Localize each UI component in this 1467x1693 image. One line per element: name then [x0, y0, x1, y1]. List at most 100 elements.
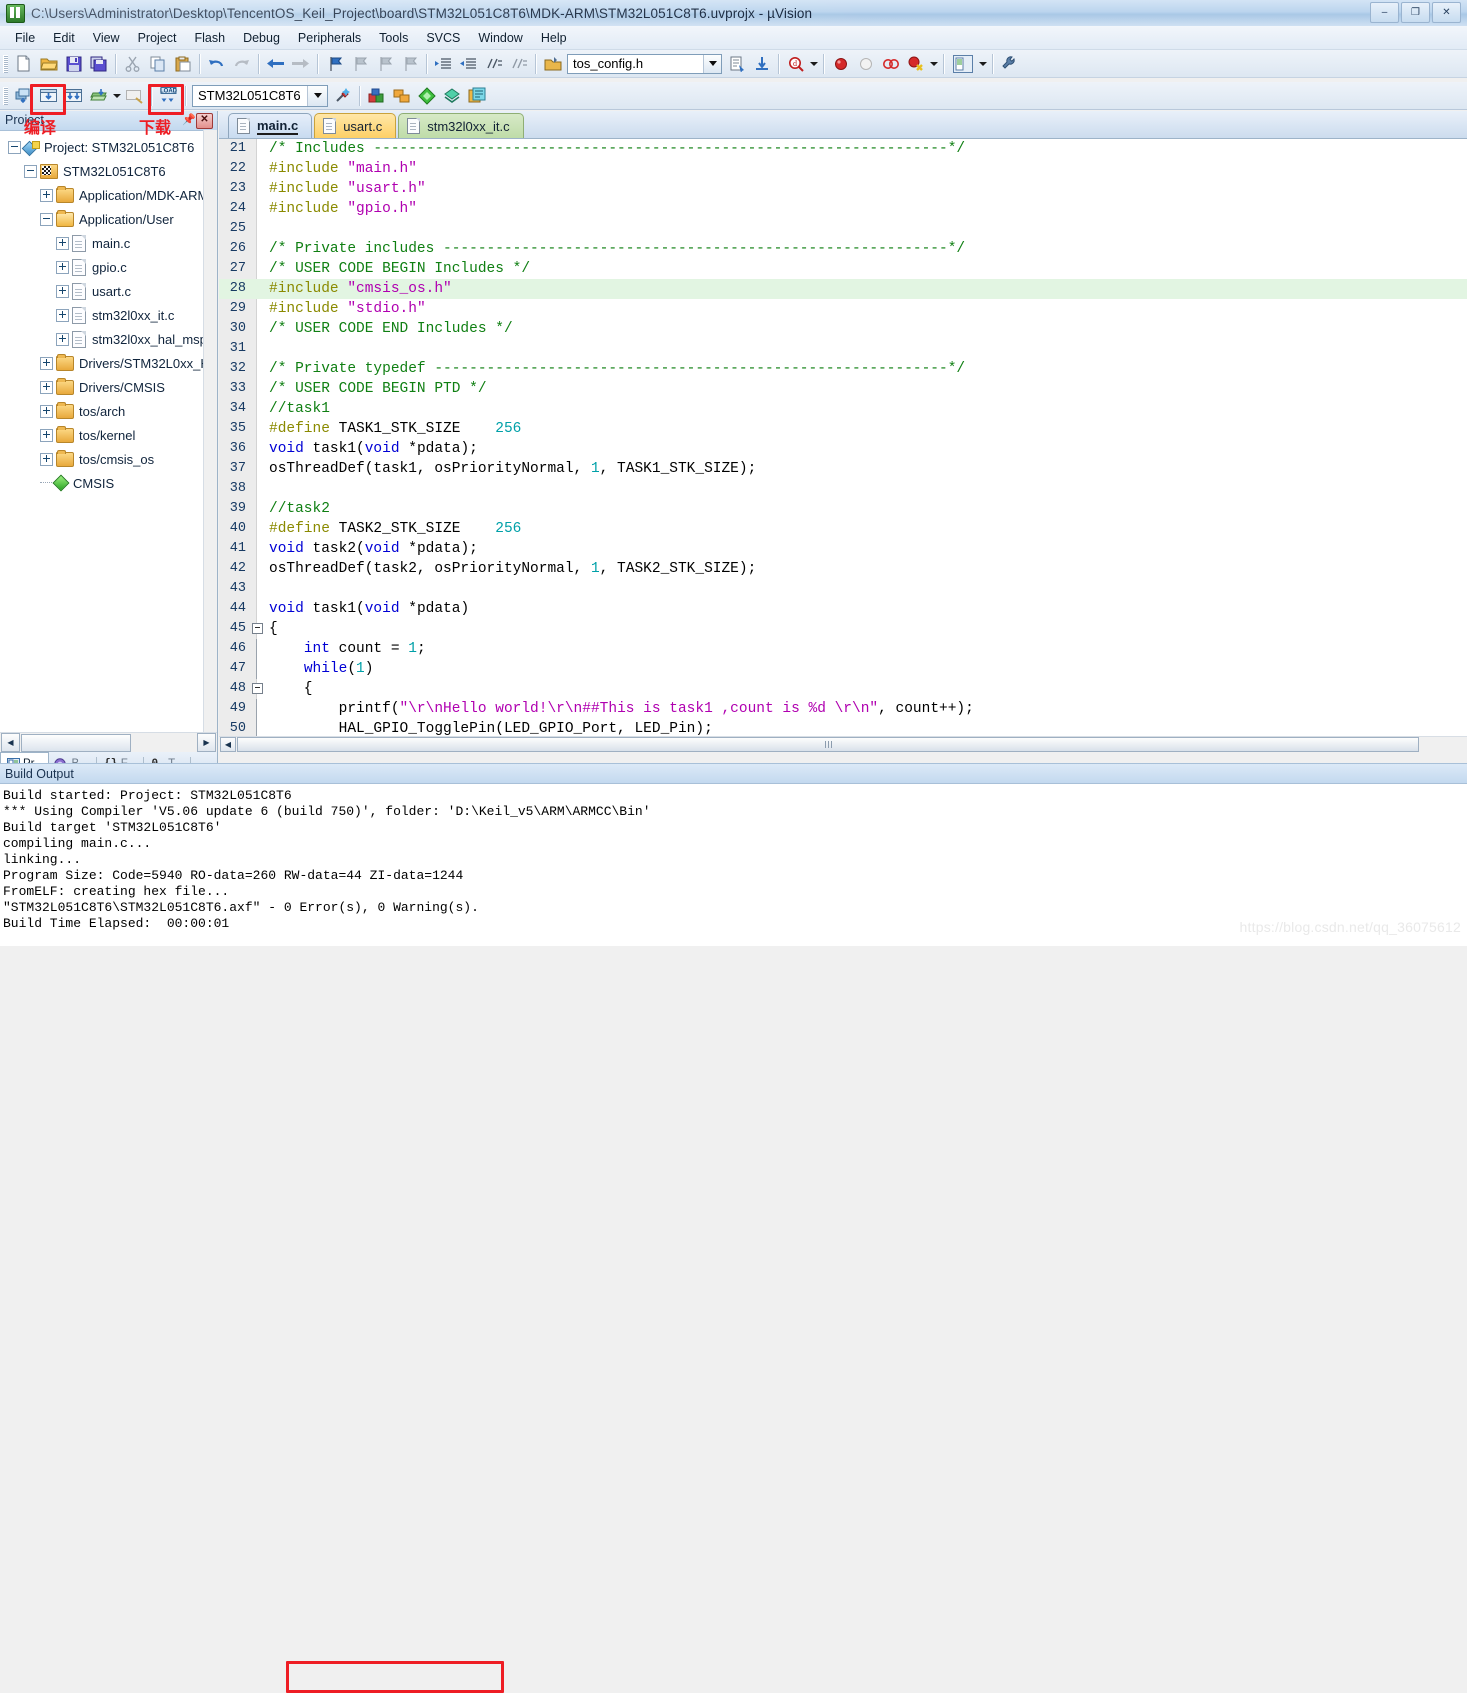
menu-project[interactable]: Project	[129, 28, 186, 48]
menu-help[interactable]: Help	[532, 28, 576, 48]
pack-installer-icon[interactable]	[415, 84, 438, 107]
multi-project-icon[interactable]	[440, 84, 463, 107]
tree-node-application-mdk-arm[interactable]: Application/MDK-ARM	[0, 183, 204, 207]
expand-icon[interactable]	[40, 380, 53, 394]
build-icon[interactable]	[37, 84, 60, 107]
breakpoint-disable-icon[interactable]	[854, 52, 877, 75]
target-options-icon[interactable]	[331, 84, 354, 107]
target-select[interactable]: STM32L051C8T6	[192, 84, 328, 107]
bookmark-toggle-icon[interactable]	[323, 52, 346, 75]
code-view[interactable]: 21 /* Includes --------------------------…	[219, 139, 1467, 752]
insert-icon[interactable]	[750, 52, 773, 75]
project-tree-vertical-scrollbar[interactable]	[203, 130, 217, 733]
rebuild-icon[interactable]	[62, 84, 85, 107]
editor-tab-main-c[interactable]: main.c	[228, 113, 313, 138]
chevron-down-icon[interactable]	[307, 85, 327, 106]
batch-build-dropdown-icon[interactable]	[111, 84, 122, 107]
window-manager-dropdown-icon[interactable]	[977, 52, 988, 75]
breakpoint-clear-icon[interactable]	[879, 52, 902, 75]
paste-icon[interactable]	[171, 52, 194, 75]
collapse-icon[interactable]	[40, 212, 53, 226]
close-button[interactable]: ✕	[1432, 2, 1461, 23]
expand-icon[interactable]	[56, 308, 69, 322]
translate-icon[interactable]	[12, 84, 35, 107]
navigate-back-icon[interactable]	[264, 52, 287, 75]
maximize-button[interactable]: ❐	[1401, 2, 1430, 23]
tree-node-cmsis[interactable]: CMSIS	[0, 471, 204, 495]
menu-edit[interactable]: Edit	[44, 28, 84, 48]
pin-icon[interactable]: 📌	[182, 113, 196, 127]
tree-node-usart-c[interactable]: usart.c	[0, 279, 204, 303]
navigate-forward-icon[interactable]	[289, 52, 312, 75]
new-file-icon[interactable]	[12, 52, 35, 75]
expand-icon[interactable]	[40, 188, 53, 202]
tree-node-stm32l0xx-it-c[interactable]: stm32l0xx_it.c	[0, 303, 204, 327]
tree-node-tos-kernel[interactable]: tos/kernel	[0, 423, 204, 447]
undo-icon[interactable]	[205, 52, 228, 75]
expand-icon[interactable]	[56, 236, 69, 250]
redo-icon[interactable]	[230, 52, 253, 75]
expand-icon[interactable]	[56, 332, 69, 346]
menu-debug[interactable]: Debug	[234, 28, 289, 48]
cut-icon[interactable]	[121, 52, 144, 75]
outdent-icon[interactable]	[457, 52, 480, 75]
editor-horizontal-scrollbar[interactable]: ◀	[219, 736, 1467, 752]
menu-svcs[interactable]: SVCS	[417, 28, 469, 48]
expand-icon[interactable]	[56, 260, 69, 274]
tree-node-application-user[interactable]: Application/User	[0, 207, 204, 231]
manage-run-time-icon[interactable]	[390, 84, 413, 107]
editor-tab-stm32l0xx-it-c[interactable]: stm32l0xx_it.c	[398, 113, 524, 138]
menu-peripherals[interactable]: Peripherals	[289, 28, 370, 48]
collapse-icon[interactable]	[8, 140, 21, 154]
tree-node-stm32l0xx-hal-msp-c[interactable]: stm32l0xx_hal_msp.c	[0, 327, 204, 351]
manage-project-items-icon[interactable]	[365, 84, 388, 107]
debug-search-icon[interactable]: d	[784, 52, 807, 75]
horizontal-scroll-thumb[interactable]	[237, 737, 1419, 752]
close-icon[interactable]: ✕	[196, 113, 213, 129]
menu-file[interactable]: File	[6, 28, 44, 48]
fold-collapse-icon[interactable]	[252, 623, 263, 634]
menu-view[interactable]: View	[84, 28, 129, 48]
editor-tab-usart-c[interactable]: usart.c	[314, 113, 397, 138]
stop-build-icon[interactable]	[123, 84, 146, 107]
chevron-down-icon[interactable]	[703, 54, 721, 73]
tree-node-gpio-c[interactable]: gpio.c	[0, 255, 204, 279]
configure-icon[interactable]	[998, 52, 1021, 75]
bookmark-clear-icon[interactable]	[398, 52, 421, 75]
breakpoint-disable-all-icon[interactable]	[904, 52, 927, 75]
config-file-combo[interactable]: tos_config.h	[567, 53, 722, 74]
expand-icon[interactable]	[56, 284, 69, 298]
expand-icon[interactable]	[40, 404, 53, 418]
menu-flash[interactable]: Flash	[185, 28, 234, 48]
project-tree-horizontal-scrollbar[interactable]: ◀ ▶	[0, 732, 217, 752]
project-overview-icon[interactable]	[465, 84, 488, 107]
menu-tools[interactable]: Tools	[370, 28, 417, 48]
breakpoint-icon[interactable]	[829, 52, 852, 75]
indent-icon[interactable]	[432, 52, 455, 75]
tree-node-stm32l051c8t6[interactable]: STM32L051C8T6	[0, 159, 204, 183]
tree-node-tos-arch[interactable]: tos/arch	[0, 399, 204, 423]
collapse-icon[interactable]	[24, 164, 37, 178]
expand-icon[interactable]	[40, 452, 53, 466]
toolbar-grip[interactable]	[3, 54, 8, 73]
tree-node-main-c[interactable]: main.c	[0, 231, 204, 255]
expand-icon[interactable]	[40, 428, 53, 442]
bookmark-next-icon[interactable]	[373, 52, 396, 75]
minimize-button[interactable]: –	[1370, 2, 1399, 23]
tree-node-drivers-stm32l0xx-hal-driver[interactable]: Drivers/STM32L0xx_HAL_Driver	[0, 351, 204, 375]
tree-node-project-stm32l051c8t6[interactable]: Project: STM32L051C8T6	[0, 135, 204, 159]
scroll-left-icon[interactable]: ◀	[1, 733, 20, 752]
breakpoint-dropdown-icon[interactable]	[928, 52, 939, 75]
save-all-icon[interactable]	[87, 52, 110, 75]
fold-collapse-icon[interactable]	[252, 683, 263, 694]
horizontal-scroll-thumb[interactable]	[21, 733, 131, 752]
debug-search-dropdown-icon[interactable]	[808, 52, 819, 75]
uncomment-icon[interactable]	[507, 52, 530, 75]
open-config-icon[interactable]	[541, 52, 564, 75]
toolbar-grip[interactable]	[3, 86, 8, 105]
fold-marker[interactable]	[251, 619, 264, 639]
scroll-right-icon[interactable]: ▶	[197, 733, 216, 752]
comment-icon[interactable]	[482, 52, 505, 75]
menu-window[interactable]: Window	[469, 28, 531, 48]
download-icon[interactable]: LOAD	[157, 84, 180, 107]
